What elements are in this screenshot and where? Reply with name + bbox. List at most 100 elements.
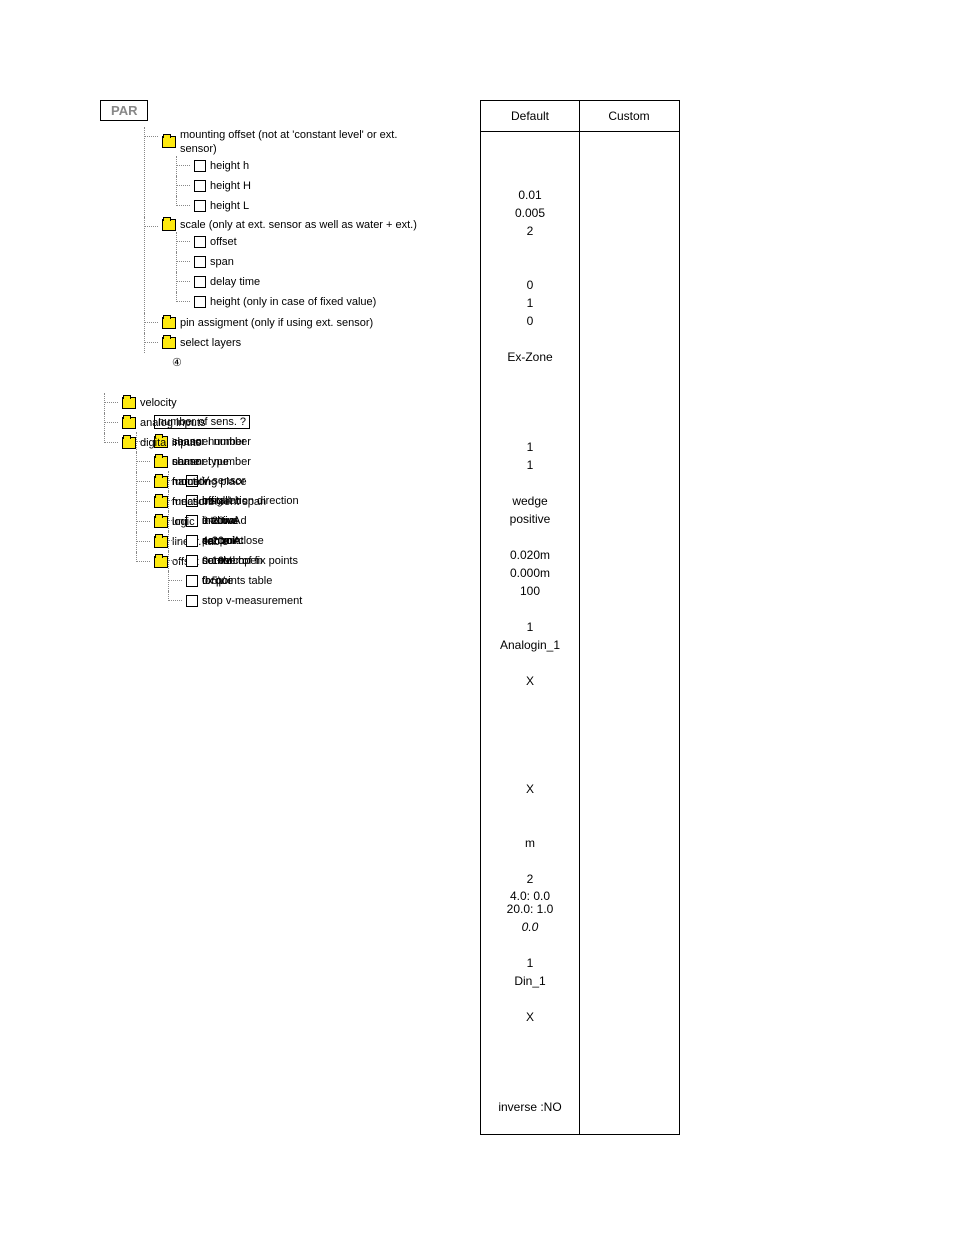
default-value: 1 [481,954,579,972]
node-label: velocity [140,397,177,409]
default-value: m [481,834,579,852]
node-label: logic [172,516,195,528]
default-value: 0.000m [481,564,579,582]
custom-value [580,492,678,510]
col-default-header: Default [481,101,580,131]
par-root: PAR [100,100,148,121]
custom-value [580,312,678,330]
default-value: 2 [481,870,579,888]
custom-value [580,402,678,420]
custom-value [580,546,678,564]
custom-value [580,798,678,816]
leaf-icon [194,200,206,212]
default-value: 0.01 [481,186,579,204]
custom-value [580,240,678,258]
node-di-nm: name [142,472,440,492]
node-vel: velocitynumber of sens. ?sensor numberse… [110,393,440,413]
col-custom-header: Custom [580,101,678,131]
node-di: digital inputschannel numbernamefunction… [110,433,440,453]
default-value: 4.0: 0.020.0: 1.0 [481,888,579,918]
folder-icon [154,516,168,528]
default-value: 0 [481,312,579,330]
default-value [481,744,579,762]
node-sc-hfv: height (only in case of fixed value) [182,292,440,312]
custom-value [580,636,678,654]
node-label: height h [210,160,249,172]
default-value [481,474,579,492]
default-value [481,258,579,276]
default-value [481,798,579,816]
node-label: torque [202,575,233,587]
folder-icon [122,417,136,429]
leaf-icon [186,555,198,567]
custom-value [580,1044,678,1062]
custom-value [580,618,678,636]
node-label: span [210,256,234,268]
custom-value [580,258,678,276]
node-di-sv: stop v-measurement [174,591,440,611]
default-value [481,528,579,546]
default-value [481,600,579,618]
default-value: 0.020m [481,546,579,564]
custom-value [580,744,678,762]
custom-value [580,456,678,474]
node-di-lg: logic [142,512,440,532]
custom-value [580,972,678,990]
default-value: 1 [481,294,579,312]
node-label: name [172,476,200,488]
custom-value [580,870,678,888]
node-sel: select layers [150,333,440,353]
default-value [481,168,579,186]
custom-value [580,510,678,528]
custom-value [580,294,678,312]
custom-value [580,474,678,492]
default-value [481,1044,579,1062]
custom-value [580,330,678,348]
node-di-tq: torque [174,571,440,591]
folder-icon [162,219,176,231]
node-sc-dt: delay time [182,272,440,292]
custom-value [580,564,678,582]
custom-value [580,852,678,870]
node-label: mounting offset (not at 'constant level'… [180,128,420,156]
node-label: channel number [172,456,251,468]
leaf-icon [194,180,206,192]
custom-value [580,990,678,1008]
node-mo-H: height H [182,176,440,196]
custom-value [580,654,678,672]
default-value [481,420,579,438]
default-value [481,654,579,672]
node-sc-off: offset [182,232,440,252]
custom-value [580,1080,678,1098]
leaf-icon [186,535,198,547]
default-value [481,690,579,708]
custom-value [580,204,678,222]
custom-value [580,150,678,168]
node-label: stop v-measurement [202,595,302,607]
leaf-icon [186,575,198,587]
custom-value [580,528,678,546]
custom-value [580,888,678,918]
folder-icon [162,317,176,329]
custom-value [580,582,678,600]
default-value [481,816,579,834]
custom-value [580,438,678,456]
node-pin: pin assigment (only if using ext. sensor… [150,313,440,333]
node-label: offset [210,236,237,248]
default-value: 1 [481,618,579,636]
custom-value [580,1026,678,1044]
default-value: 100 [481,582,579,600]
default-value [481,1116,579,1134]
node-label: analog inputs [140,417,205,429]
default-value [481,402,579,420]
node-sc-span: span [182,252,440,272]
custom-value [580,600,678,618]
custom-value [580,834,678,852]
default-value: X [481,672,579,690]
default-value: 2 [481,222,579,240]
default-value: 0.0 [481,918,579,936]
custom-value [580,1062,678,1080]
node-label: pin assigment (only if using ext. sensor… [180,317,373,329]
default-value: 0 [481,276,579,294]
default-value [481,150,579,168]
